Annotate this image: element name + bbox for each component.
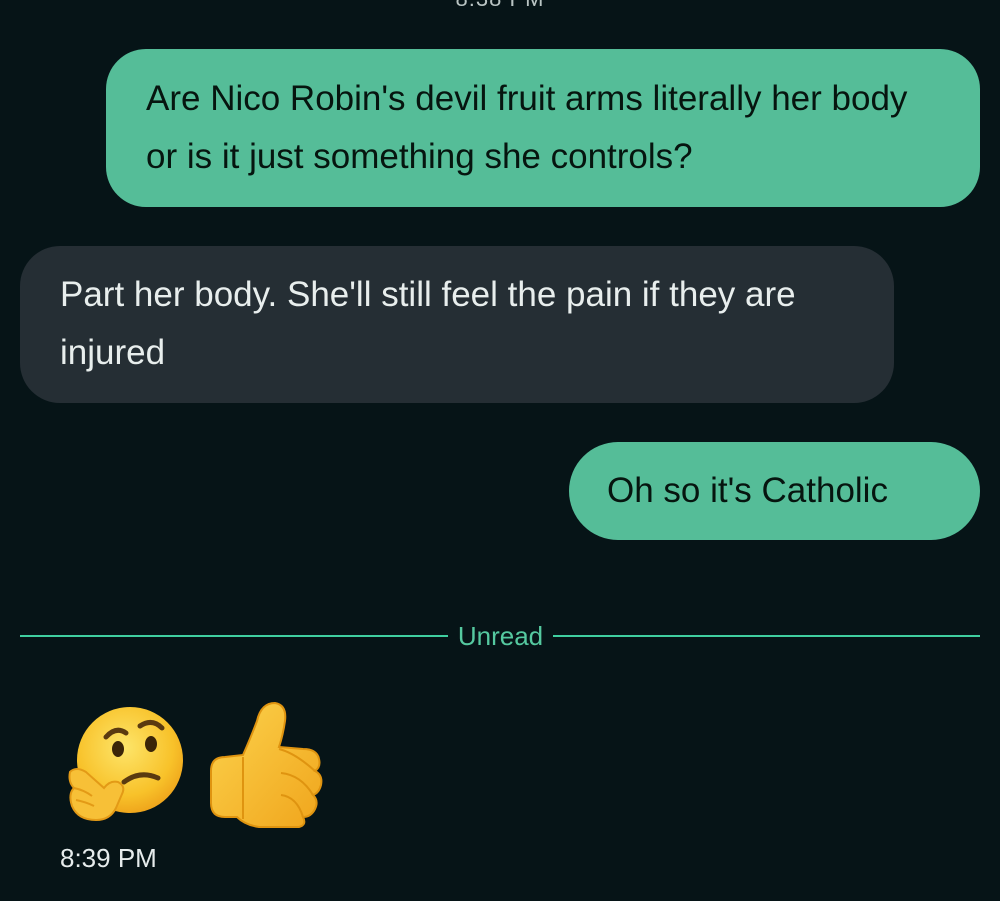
message-bubble-incoming[interactable]: Part her body. She'll still feel the pai… (20, 246, 894, 403)
thumbs-up-icon[interactable] (205, 697, 329, 829)
message-timestamp: 8:39 PM (60, 843, 157, 873)
unread-divider-line-left (20, 635, 448, 637)
previous-timestamp: 8:38 PM (440, 0, 560, 12)
unread-divider-label: Unread (457, 621, 544, 651)
unread-divider-line-right (553, 635, 980, 637)
thinking-face-icon[interactable] (66, 706, 188, 822)
message-bubble-outgoing[interactable]: Oh so it's Catholic (569, 442, 980, 540)
message-bubble-outgoing[interactable]: Are Nico Robin's devil fruit arms litera… (106, 49, 980, 207)
